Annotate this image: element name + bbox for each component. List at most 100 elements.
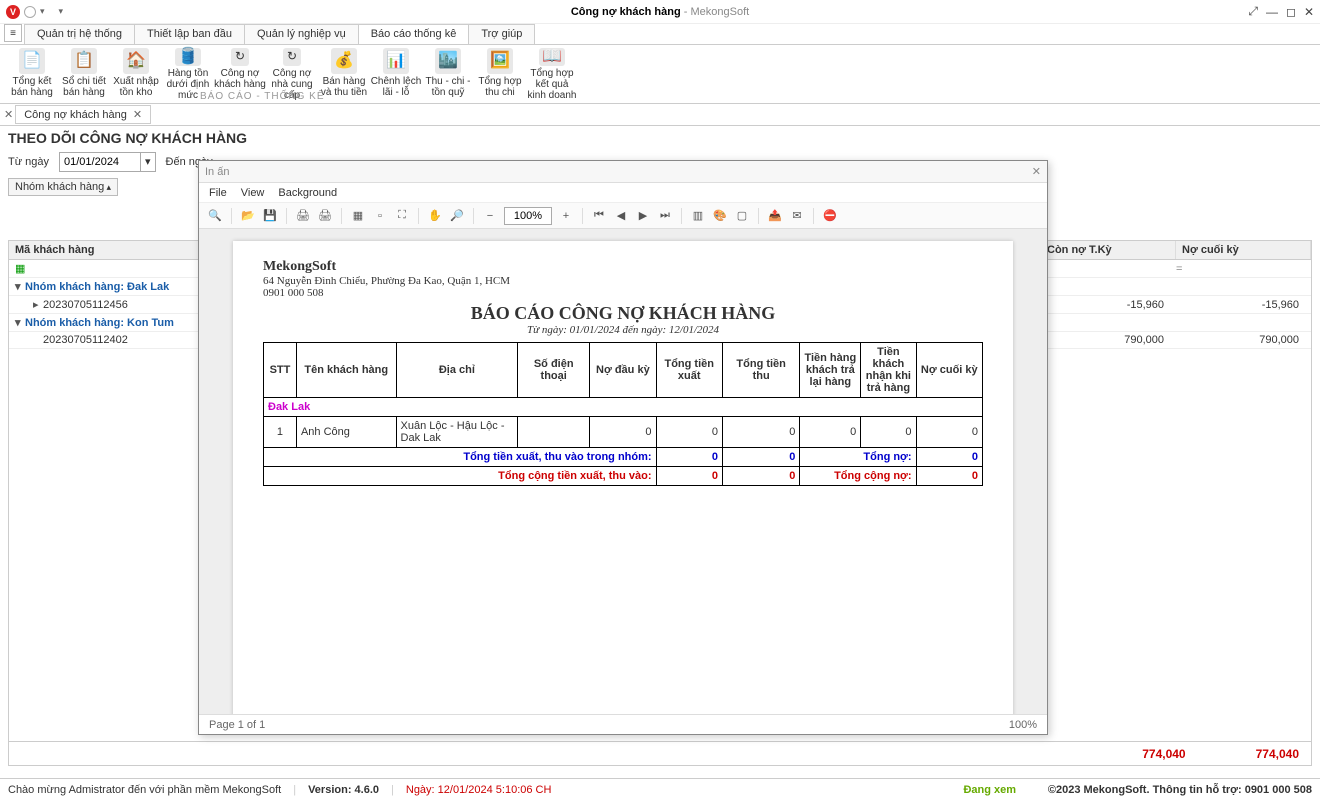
ribbon-item-9[interactable]: 🖼️Tổng hợp thu chi [474, 47, 526, 101]
qat-overflow-icon[interactable]: ▾ [59, 6, 64, 17]
business-result-icon: 📖 [539, 48, 565, 66]
statusbar: Chào mừng Admistrator đến với phần mềm M… [0, 778, 1320, 800]
zoom-in-icon[interactable]: + [558, 208, 574, 224]
dialog-statusbar: Page 1 of 1 100% [199, 714, 1047, 734]
titlebar: V ▾ ▾ Công nợ khách hàng - MekongSoft ⤢ … [0, 0, 1320, 24]
stop-icon[interactable]: ⛔ [822, 208, 838, 224]
open-icon[interactable]: 📂 [240, 208, 256, 224]
cash-icon: 🏙️ [435, 48, 461, 74]
ribbon-item-2[interactable]: 🏠Xuất nhập tồn kho [110, 47, 162, 101]
prev-page-icon[interactable]: ◀ [613, 208, 629, 224]
app-icon: V [6, 5, 20, 19]
file-tab-button[interactable]: ≡ [4, 24, 22, 42]
email-icon[interactable]: ✉ [789, 208, 805, 224]
hand-tool-icon[interactable]: ✋ [427, 208, 443, 224]
save-icon[interactable]: 💾 [262, 208, 278, 224]
warehouse-icon: 🏠 [123, 48, 149, 74]
excel-icon[interactable]: ▦ [15, 262, 33, 275]
status-date: Ngày: 12/01/2024 5:10:06 CH [406, 784, 552, 796]
ribbon-tab-3[interactable]: Báo cáo thống kê [358, 24, 470, 44]
header-footer-icon[interactable]: ▫ [372, 208, 388, 224]
ribbon-item-10[interactable]: 📖Tổng hợp kết quả kinh doanh [526, 47, 578, 101]
ribbon-tab-1[interactable]: Thiết lập ban đầu [134, 24, 245, 44]
report-title: BÁO CÁO CÔNG NỢ KHÁCH HÀNG [263, 303, 983, 324]
zoom-out-icon[interactable]: − [482, 208, 498, 224]
document-tabs: ✕ Công nợ khách hàng ✕ [0, 104, 1320, 126]
collapse-icon[interactable]: ▾ [15, 316, 25, 329]
report-group-summary: Tổng tiền xuất, thu vào trong nhóm: 0 0 … [264, 448, 983, 467]
document-tab[interactable]: Công nợ khách hàng ✕ [15, 105, 151, 124]
menu-view[interactable]: View [241, 187, 265, 199]
company-address: 64 Nguyễn Đình Chiểu, Phường Đa Kao, Quậ… [263, 275, 983, 287]
grid-col-code[interactable]: Mã khách hàng [9, 241, 209, 259]
print-dialog: In ấn ✕ File View Background 🔍 📂 💾 🖨 🖨 ▦… [198, 160, 1048, 735]
ribbon-tab-4[interactable]: Trợ giúp [468, 24, 535, 44]
ribbon-tab-2[interactable]: Quản lý nghiệp vụ [244, 24, 359, 44]
ribbon-item-7[interactable]: 📊Chênh lệch lãi - lỗ [370, 47, 422, 101]
stock-low-icon: 🛢️ [175, 48, 201, 66]
sales-receipt-icon: 💰 [331, 48, 357, 74]
maximize-icon[interactable]: ◻ [1286, 5, 1296, 19]
ribbon-tab-0[interactable]: Quản trị hệ thống [24, 24, 135, 44]
company-name: MekongSoft [263, 259, 983, 275]
report-icon: 📄 [19, 48, 45, 74]
qat-dropdown-icon[interactable]: ▾ [40, 6, 45, 17]
zoom-input[interactable] [504, 207, 552, 225]
report-group-row: Đak Lak [264, 398, 983, 417]
status-copyright: ©2023 MekongSoft. Thông tin hỗ trợ: 0901… [1048, 784, 1312, 796]
profit-loss-icon: 📊 [383, 48, 409, 74]
page-setup-icon[interactable]: ▦ [350, 208, 366, 224]
ribbon-collapse-icon[interactable]: ⤢ [1248, 4, 1258, 19]
from-date-input[interactable] [60, 153, 140, 171]
tab-close-icon[interactable]: ✕ [133, 108, 142, 121]
ribbon-tabs: ≡ Quản trị hệ thống Thiết lập ban đầu Qu… [0, 24, 1320, 45]
cell-code: 20230705112456 [43, 299, 128, 311]
tab-close-all-icon[interactable]: ✕ [4, 108, 13, 121]
grid-footer: 774,040 774,040 [8, 742, 1312, 766]
print-icon[interactable]: 🖨 [295, 208, 311, 224]
magnifier-icon[interactable]: 🔎 [449, 208, 465, 224]
ribbon-item-0[interactable]: 📄Tổng kết bán hàng [6, 47, 58, 101]
scale-icon[interactable]: ⛶ [394, 208, 410, 224]
dialog-titlebar[interactable]: In ấn ✕ [199, 161, 1047, 183]
find-icon[interactable]: 🔍 [207, 208, 223, 224]
dialog-menu: File View Background [199, 183, 1047, 203]
ribbon-item-6[interactable]: 💰Bán hàng và thu tiền [318, 47, 370, 101]
next-page-icon[interactable]: ▶ [635, 208, 651, 224]
menu-file[interactable]: File [209, 187, 227, 199]
first-page-icon[interactable]: ⏮ [591, 208, 607, 224]
date-dropdown-icon[interactable]: ▾ [140, 153, 155, 171]
document-tab-label: Công nợ khách hàng [24, 109, 127, 121]
report-page: MekongSoft 64 Nguyễn Đình Chiểu, Phường … [233, 241, 1013, 714]
group-by-header[interactable]: Nhóm khách hàng ▴ [8, 178, 118, 196]
customer-debt-icon: ↻ [231, 48, 249, 66]
footer-total-1: 774,040 [1142, 747, 1185, 761]
last-page-icon[interactable]: ⏭ [657, 208, 673, 224]
report-data-row: 1 Anh Công Xuân Lộc - Hậu Lộc - Dak Lak … [264, 417, 983, 448]
ribbon: 📄Tổng kết bán hàng 📋Sổ chi tiết bán hàng… [0, 45, 1320, 104]
qat-button[interactable] [24, 6, 36, 18]
quick-print-icon[interactable]: 🖨 [317, 208, 333, 224]
ribbon-item-1[interactable]: 📋Sổ chi tiết bán hàng [58, 47, 110, 101]
summary-icon: 🖼️ [487, 48, 513, 74]
status-viewing: Đang xem [963, 784, 1016, 796]
ribbon-item-8[interactable]: 🏙️Thu - chi - tồn quỹ [422, 47, 474, 101]
close-icon[interactable]: ✕ [1304, 5, 1314, 19]
dialog-body[interactable]: MekongSoft 64 Nguyễn Đình Chiểu, Phường … [199, 229, 1047, 714]
report-total-summary: Tổng cộng tiền xuất, thu vào: 0 0 Tổng c… [264, 467, 983, 486]
report-subtitle: Từ ngày: 01/01/2024 đến ngày: 12/01/2024 [263, 324, 983, 336]
page-title: THEO DÕI CÔNG NỢ KHÁCH HÀNG [0, 126, 1320, 150]
grid-col-debt-end[interactable]: Nợ cuối kỳ [1176, 241, 1311, 259]
dialog-close-icon[interactable]: ✕ [1032, 165, 1041, 178]
zoom-status: 100% [1009, 719, 1037, 731]
multipage-icon[interactable]: ▥ [690, 208, 706, 224]
color-icon[interactable]: 🎨 [712, 208, 728, 224]
ledger-icon: 📋 [71, 48, 97, 74]
watermark-icon[interactable]: ▢ [734, 208, 750, 224]
menu-background[interactable]: Background [278, 187, 337, 199]
export-icon[interactable]: 📤 [767, 208, 783, 224]
grid-col-debt-begin[interactable]: Còn nợ T.Kỳ [1041, 241, 1176, 259]
minimize-icon[interactable]: — [1266, 5, 1278, 19]
collapse-icon[interactable]: ▾ [15, 280, 25, 293]
dialog-title-text: In ấn [205, 166, 229, 178]
